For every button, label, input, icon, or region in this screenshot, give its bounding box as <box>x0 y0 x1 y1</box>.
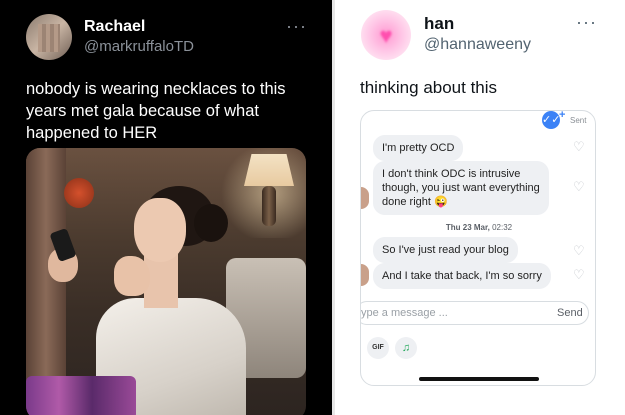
avatar <box>361 187 369 209</box>
username[interactable]: @hannaweeny <box>424 36 531 54</box>
more-dots-icon[interactable]: ··· <box>286 16 307 37</box>
message-bubble: I'm pretty OCD <box>373 135 464 161</box>
tweet-text: thinking about this <box>360 78 498 97</box>
plus-icon: + <box>559 110 566 121</box>
divider <box>332 0 335 415</box>
display-name[interactable]: Rachael <box>84 18 145 36</box>
avatar[interactable] <box>26 14 72 60</box>
tweet-photo[interactable] <box>26 148 306 415</box>
left-tweet: Rachael @markruffaloTD ··· nobody is wea… <box>0 0 332 415</box>
message-bubble: I don't think ODC is intrusive though, y… <box>373 161 549 215</box>
heart-outline-icon[interactable]: ♡ <box>573 243 585 259</box>
read-check-icon: ✓✓ <box>542 111 560 129</box>
heart-outline-icon[interactable]: ♡ <box>573 179 585 195</box>
tweet-text: nobody is wearing necklaces to this year… <box>26 80 286 142</box>
sent-status: Sent <box>570 116 587 125</box>
message-bubble: And I take that back, I'm so sorry <box>373 263 551 289</box>
username[interactable]: @markruffaloTD <box>84 38 194 55</box>
chat-screenshot[interactable]: ✓✓ + Sent I'm pretty OCD ♡ I don't think… <box>360 110 596 386</box>
timestamp: Thu 23 Mar, 02:32 <box>445 223 513 232</box>
send-button[interactable]: Send <box>557 307 583 319</box>
avatar <box>361 264 369 286</box>
message-bubble: So I've just read your blog <box>373 237 518 263</box>
home-indicator <box>419 377 539 381</box>
more-dots-icon[interactable]: ··· <box>576 12 597 33</box>
heart-outline-icon[interactable]: ♡ <box>573 139 585 155</box>
heart-avatar-icon: ♥ <box>379 23 393 48</box>
heart-outline-icon[interactable]: ♡ <box>573 267 585 283</box>
music-note-icon[interactable]: ♫ <box>395 337 417 359</box>
display-name[interactable]: han <box>424 14 454 34</box>
gif-icon[interactable]: GIF <box>367 337 389 359</box>
message-placeholder: ype a message ... <box>361 307 448 319</box>
